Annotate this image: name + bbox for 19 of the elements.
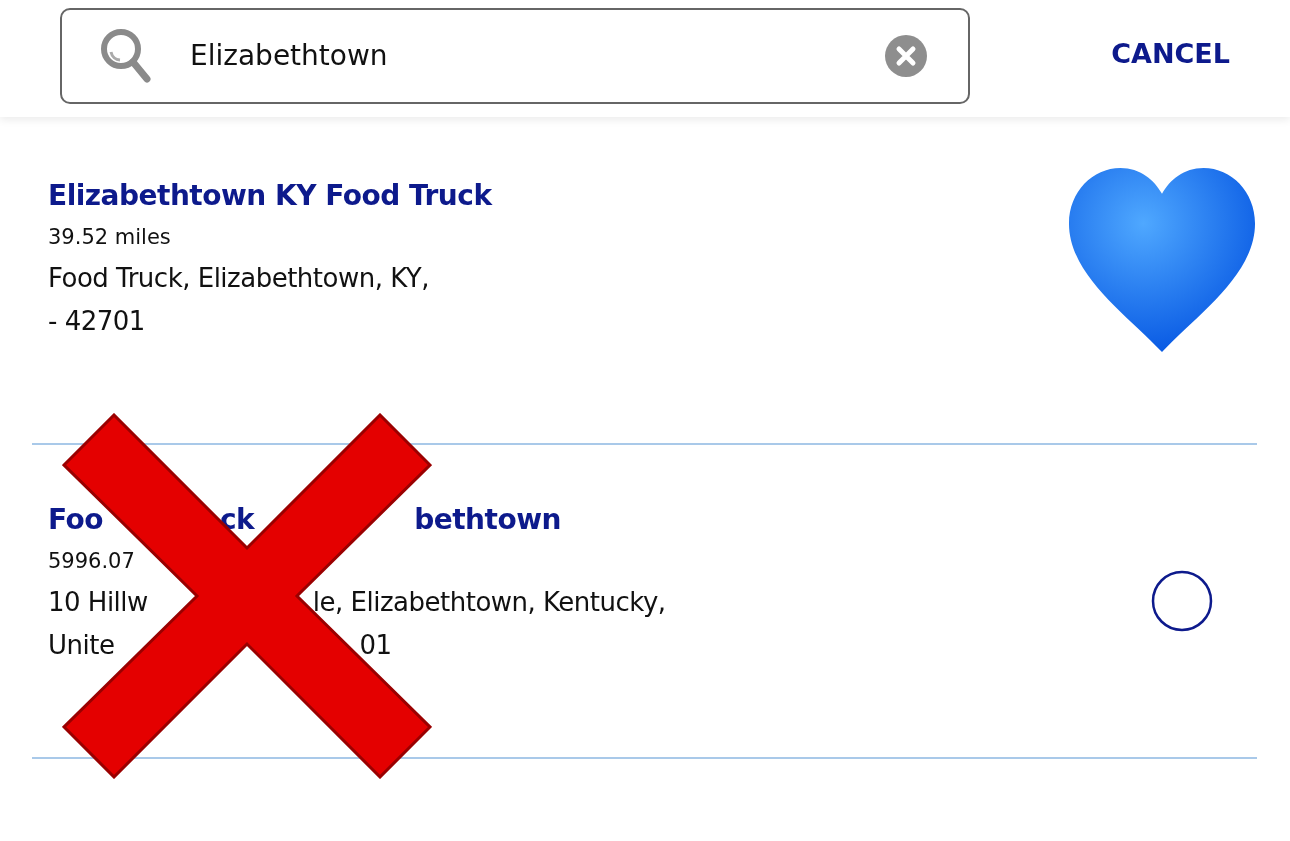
result-title: Elizabethtown KY Food Truck: [48, 179, 492, 214]
address-text: Food Truck, Elizabethtown, KY,: [48, 262, 429, 295]
clear-icon[interactable]: [884, 33, 928, 78]
address-text: 01: [359, 629, 392, 662]
search-field[interactable]: Elizabethtown: [190, 39, 884, 72]
radio-circle-icon[interactable]: [1151, 570, 1213, 632]
search-icon: [100, 27, 152, 84]
search-bar[interactable]: Elizabethtown: [60, 7, 970, 104]
address-text: - 42701: [48, 305, 145, 338]
address-text: Unite: [48, 629, 115, 662]
address-text: le, Elizabethtown, Kentucky,: [312, 586, 666, 619]
result-title: Foo: [48, 503, 103, 538]
distance-text: 5996.07: [48, 549, 135, 573]
address-text: 10 Hillw: [48, 586, 148, 619]
cancel-button[interactable]: CANCEL: [1111, 38, 1230, 69]
distance-text: 39.52 miles: [48, 225, 171, 249]
result-item[interactable]: Elizabethtown KY Food Truck 39.52 miles Food Truck, Elizabethtown, KY, - 42701: [32, 117, 1257, 445]
heart-icon[interactable]: [1067, 165, 1257, 355]
result-title: bethtown: [414, 503, 561, 538]
